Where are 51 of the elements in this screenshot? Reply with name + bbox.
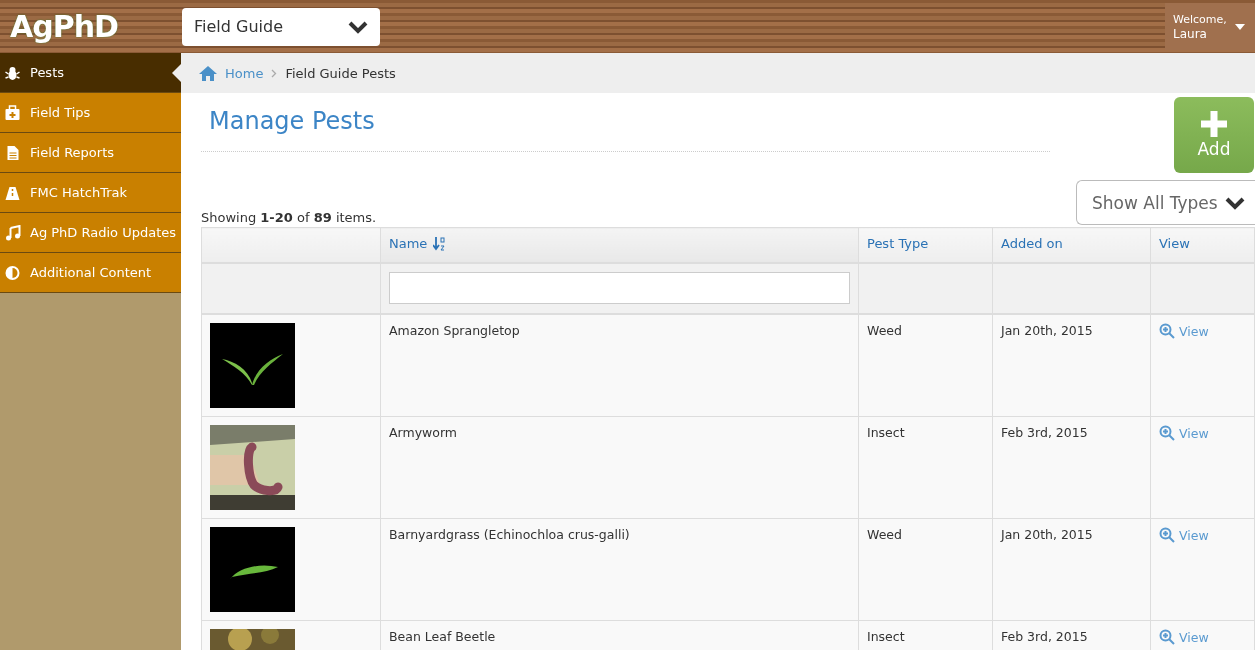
table-cell: Feb 3rd, 2015 — [992, 620, 1151, 650]
page-title: Manage Pests — [201, 97, 1050, 152]
contrast-icon — [4, 264, 21, 281]
zoom-in-icon — [1159, 323, 1175, 339]
logo[interactable]: AgPhD — [10, 9, 182, 44]
table-cell: Armyworm — [380, 416, 859, 519]
guide-select[interactable]: Field Guide — [182, 7, 380, 46]
table-cell: Barnyardgrass (Echinochloa crus-galli) — [380, 518, 859, 621]
road-icon — [4, 184, 21, 201]
breadcrumb-current: Field Guide Pests — [285, 65, 396, 81]
table-cell: Weed — [858, 314, 993, 417]
column-header[interactable]: Pest Type — [858, 227, 993, 263]
column-header[interactable]: Added on — [992, 227, 1151, 263]
table-cell: Jan 20th, 2015 — [992, 518, 1151, 621]
table-cell: Bean Leaf Beetle — [380, 620, 859, 650]
table-cell: Jan 20th, 2015 — [992, 314, 1151, 417]
sidebar-item[interactable]: Additional Content — [0, 253, 181, 293]
sidebar-item[interactable]: Ag PhD Radio Updates — [0, 213, 181, 253]
sidebar-item[interactable]: Field Tips — [0, 93, 181, 133]
add-button[interactable]: Add — [1174, 97, 1254, 173]
table-cell: Insect — [858, 416, 993, 519]
first-aid-kit-icon — [4, 104, 21, 121]
column-header[interactable]: Name — [380, 227, 859, 263]
table-cell: Insect — [858, 620, 993, 650]
chevron-right-icon — [271, 68, 278, 78]
home-icon — [199, 65, 217, 81]
sidebar-item[interactable]: Field Reports — [0, 133, 181, 173]
caret-icon — [1234, 23, 1245, 30]
chevron-icon — [348, 19, 368, 34]
music-note-icon — [4, 224, 21, 241]
summary-text: Showing 1-20 of 89 items. — [201, 210, 377, 225]
breadcrumb-link[interactable]: Home — [225, 65, 264, 81]
sort-icon — [433, 236, 446, 251]
sidebar-item[interactable]: Pests — [0, 53, 181, 93]
zoom-in-icon — [1159, 527, 1175, 543]
view-link[interactable]: View — [1159, 425, 1209, 441]
table-cell: Feb 3rd, 2015 — [992, 416, 1151, 519]
plus-icon — [1201, 111, 1227, 137]
column-header[interactable]: View — [1150, 227, 1255, 263]
view-link[interactable]: View — [1159, 527, 1209, 543]
table-cell: Amazon Sprangletop — [380, 314, 859, 417]
type-filter[interactable]: Show All Types — [1076, 180, 1255, 225]
bug-icon — [4, 64, 21, 81]
chevron-icon — [1225, 195, 1245, 210]
name-filter-field[interactable] — [389, 272, 850, 304]
sidebar-item[interactable]: FMC HatchTrak — [0, 173, 181, 213]
zoom-in-icon — [1159, 425, 1175, 441]
view-link[interactable]: View — [1159, 323, 1209, 339]
table-cell: Weed — [858, 518, 993, 621]
user-menu[interactable]: Welcome, Laura — [1165, 3, 1255, 50]
zoom-in-icon — [1159, 629, 1175, 645]
